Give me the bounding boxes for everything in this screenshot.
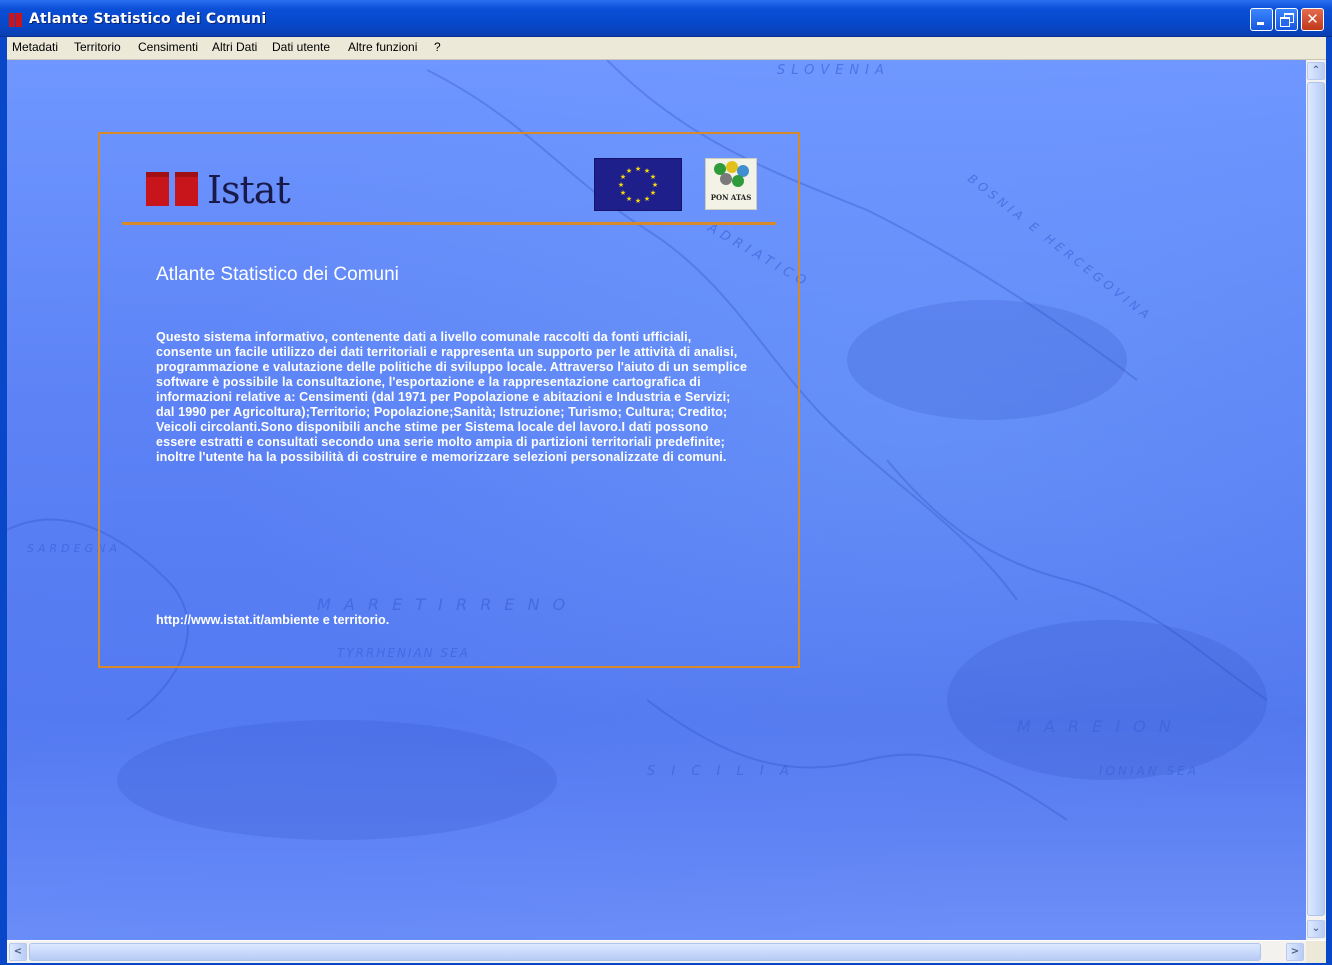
pon-atas-text: PON ATAS: [710, 193, 752, 202]
svg-text:★: ★: [626, 167, 632, 175]
menu-bar: Metadati Territorio Censimenti Altri Dat…: [0, 37, 1332, 60]
map-label-ionian-sea: IONIAN SEA: [1099, 764, 1199, 778]
menu-altre-funzioni[interactable]: Altre funzioni: [348, 40, 417, 54]
window-title: Atlante Statistico dei Comuni: [29, 11, 267, 27]
scroll-up-button[interactable]: ⌃: [1307, 62, 1325, 80]
minimize-button[interactable]: [1250, 8, 1273, 31]
close-button[interactable]: ✕: [1301, 8, 1324, 31]
client-area: SLOVENIA BOSNIA E HERCEGOVINA SARDEGNA M…: [7, 60, 1306, 940]
svg-text:★: ★: [650, 189, 656, 197]
svg-text:★: ★: [618, 181, 624, 189]
map-label-mare-ionio: M A R E I O N: [1017, 717, 1175, 736]
horizontal-scroll-thumb[interactable]: [29, 943, 1261, 961]
minimize-icon: [1257, 22, 1264, 25]
svg-text:★: ★: [626, 195, 632, 203]
svg-text:★: ★: [635, 165, 641, 173]
chevron-right-icon: >: [1290, 946, 1300, 957]
splash-description: Questo sistema informativo, contenente d…: [156, 330, 748, 464]
chevron-up-icon: ⌃: [1311, 65, 1321, 76]
scroll-down-button[interactable]: ⌄: [1307, 920, 1325, 938]
scrollbar-corner: [1306, 941, 1326, 963]
window-frame-right: [1326, 37, 1332, 965]
menu-altri-dati[interactable]: Altri Dati: [212, 40, 257, 54]
istat-logo-text: Istat: [207, 168, 291, 212]
chevron-left-icon: <: [13, 946, 23, 957]
scroll-left-button[interactable]: <: [9, 943, 27, 961]
map-label-sicilia: S I C I L I A: [647, 764, 795, 779]
app-icon: [9, 13, 23, 27]
menu-dati-utente[interactable]: Dati utente: [272, 40, 330, 54]
splash-panel: Istat ★ ★ ★ ★ ★ ★ ★ ★ ★ ★ ★ ★ PON ATAS Atlante S: [98, 132, 800, 668]
menu-territorio[interactable]: Territorio: [74, 40, 121, 54]
header-divider: [122, 222, 776, 225]
svg-text:★: ★: [652, 181, 658, 189]
menu-help[interactable]: ?: [434, 40, 441, 54]
svg-text:★: ★: [650, 173, 656, 181]
map-label-slovenia: SLOVENIA: [777, 63, 890, 78]
horizontal-scrollbar[interactable]: < >: [7, 941, 1306, 963]
istat-link[interactable]: http://www.istat.it/ambiente e territori…: [156, 613, 389, 627]
pon-atas-logo: PON ATAS: [705, 158, 757, 210]
scroll-right-button[interactable]: >: [1286, 943, 1304, 961]
restore-button[interactable]: [1275, 8, 1298, 31]
vertical-scroll-thumb[interactable]: [1307, 82, 1325, 916]
splash-title: Atlante Statistico dei Comuni: [156, 264, 399, 285]
svg-text:★: ★: [620, 189, 626, 197]
eu-flag-icon: ★ ★ ★ ★ ★ ★ ★ ★ ★ ★ ★ ★: [594, 158, 682, 211]
svg-text:★: ★: [644, 195, 650, 203]
close-icon: ✕: [1306, 10, 1319, 28]
menu-censimenti[interactable]: Censimenti: [138, 40, 198, 54]
title-bar[interactable]: Atlante Statistico dei Comuni ✕: [0, 0, 1332, 37]
menu-metadati[interactable]: Metadati: [12, 40, 58, 54]
vertical-scrollbar[interactable]: ⌃ ⌄: [1306, 60, 1326, 940]
svg-text:★: ★: [635, 197, 641, 205]
chevron-down-icon: ⌄: [1311, 923, 1321, 934]
window-frame-left: [0, 37, 7, 965]
